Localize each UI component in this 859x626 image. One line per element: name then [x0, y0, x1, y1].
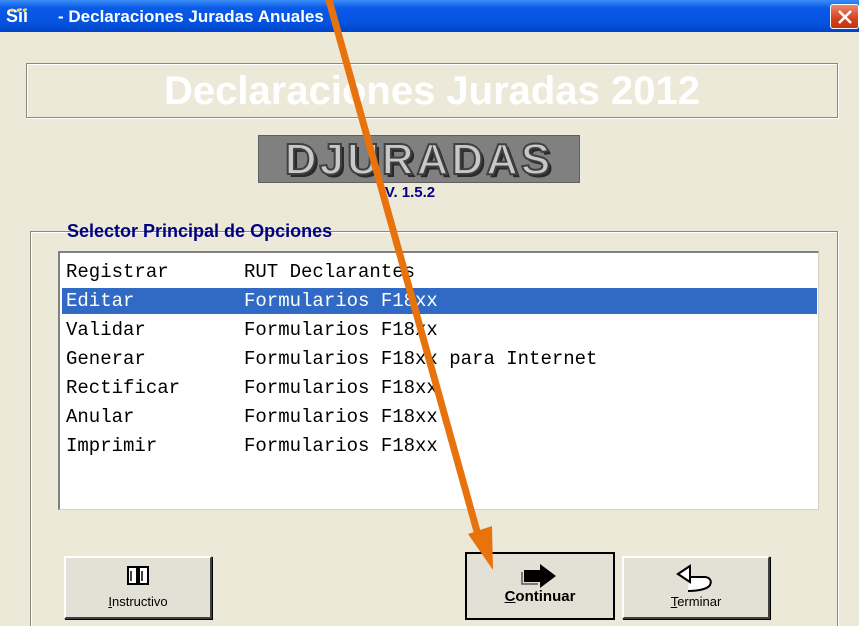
continuar-label: Continuar [504, 588, 576, 605]
list-item-target: Formularios F18xx [244, 290, 438, 312]
list-item-target: Formularios F18xx [244, 377, 438, 399]
return-arrow-icon [676, 564, 712, 592]
list-item-action: Imprimir [66, 435, 158, 457]
list-item-action: Validar [66, 319, 146, 341]
window-title: - Declaraciones Juradas Anuales [58, 7, 324, 26]
list-item[interactable]: Anular Formularios F18xx [62, 404, 817, 430]
list-item[interactable]: Generar Formularios F18xx para Internet [62, 346, 817, 372]
list-item-target: Formularios F18xx [244, 435, 438, 457]
list-item-action: Generar [66, 348, 146, 370]
list-item-target: Formularios F18xx para Internet [244, 348, 598, 370]
list-item[interactable]: Rectificar Formularios F18xx [62, 375, 817, 401]
version-label: V. 1.5.2 [384, 184, 436, 201]
title-bar[interactable]: ••• Sii - Declaraciones Juradas Anuales [0, 0, 859, 32]
instructivo-button[interactable]: Instructivo [64, 556, 212, 619]
instructivo-label: Instructivo [108, 594, 168, 609]
terminar-label: Terminar [670, 594, 722, 609]
list-item-target: Formularios F18xx [244, 319, 438, 341]
list-item[interactable]: Imprimir Formularios F18xx [62, 433, 817, 459]
list-item[interactable]: Validar Formularios F18xx [62, 317, 817, 343]
djuradas-logo: DJURADAS [258, 135, 580, 185]
banner-title: Declaraciones Juradas 2012 [164, 69, 700, 113]
list-item-target: Formularios F18xx [244, 406, 438, 428]
list-item-action: Registrar [66, 261, 169, 283]
list-item[interactable]: Editar Formularios F18xx [62, 288, 817, 314]
list-item-action: Rectificar [66, 377, 181, 399]
banner-panel: Declaraciones Juradas 2012 [26, 63, 838, 118]
sii-app-icon: ••• Sii [6, 3, 29, 26]
logo-text: DJURADAS [284, 135, 554, 185]
options-listbox[interactable]: Registrar RUT Declarantes Editar Formulario… [58, 251, 819, 510]
list-item-target: RUT Declarantes [244, 261, 416, 283]
right-arrow-icon [521, 564, 556, 588]
list-item-action: Anular [66, 406, 135, 428]
continuar-button[interactable]: Continuar [465, 552, 615, 620]
close-button[interactable] [830, 4, 859, 29]
list-item-action: Editar [66, 290, 135, 312]
book-icon [127, 566, 149, 585]
selector-label: Selector Principal de Opciones [67, 221, 333, 241]
close-icon [838, 10, 852, 24]
terminar-button[interactable]: Terminar [622, 556, 770, 619]
list-item[interactable]: Registrar RUT Declarantes [62, 259, 817, 285]
